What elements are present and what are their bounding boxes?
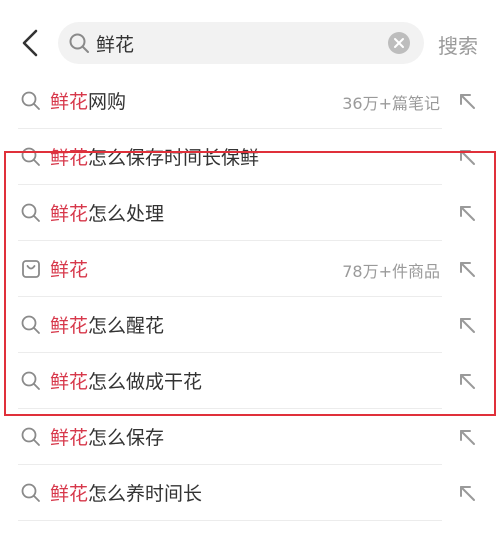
suggestion-text: 怎么养时间长	[88, 483, 203, 505]
suggestion-item[interactable]: 鲜花怎么保存时间长保鲜	[0, 129, 500, 185]
suggestion-label: 鲜花	[50, 255, 88, 282]
suggestion-count: 36万+篇笔记	[342, 94, 440, 113]
search-icon	[20, 370, 42, 392]
search-icon	[20, 426, 42, 448]
matched-keyword: 鲜花	[50, 371, 89, 393]
suggestion-item[interactable]: 鲜花怎么处理	[0, 185, 500, 241]
search-icon	[20, 202, 42, 224]
search-icon	[20, 314, 42, 336]
search-icon	[20, 90, 42, 112]
fill-query-arrow-icon[interactable]	[455, 313, 479, 337]
fill-query-arrow-icon[interactable]	[455, 481, 479, 505]
suggestion-text: 怎么保存	[88, 427, 165, 449]
search-icon	[20, 146, 42, 168]
suggestion-item[interactable]: 鲜花怎么保存	[0, 409, 500, 465]
matched-keyword: 鲜花	[50, 427, 89, 449]
search-icon	[69, 33, 89, 53]
suggestion-item[interactable]: 鲜花怎么养时间长	[0, 465, 500, 521]
suggestion-item[interactable]: 鲜花怎么醒花	[0, 297, 500, 353]
suggestion-count: 78万+件商品	[342, 262, 440, 281]
matched-keyword: 鲜花	[50, 147, 89, 169]
matched-keyword: 鲜花	[50, 91, 89, 113]
search-input[interactable]	[96, 29, 376, 57]
suggestion-label: 鲜花怎么养时间长	[50, 479, 202, 506]
fill-query-arrow-icon[interactable]	[455, 257, 479, 281]
matched-keyword: 鲜花	[50, 259, 89, 281]
suggestion-text: 怎么处理	[88, 203, 165, 225]
matched-keyword: 鲜花	[50, 483, 89, 505]
fill-query-arrow-icon[interactable]	[455, 145, 479, 169]
suggestion-label: 鲜花怎么保存	[50, 423, 164, 450]
fill-query-arrow-icon[interactable]	[455, 89, 479, 113]
fill-query-arrow-icon[interactable]	[455, 201, 479, 225]
suggestion-label: 鲜花怎么做成干花	[50, 367, 202, 394]
suggestion-label: 鲜花怎么醒花	[50, 311, 164, 338]
fill-query-arrow-icon[interactable]	[455, 369, 479, 393]
suggestion-text: 怎么醒花	[88, 315, 165, 337]
suggestion-list: 鲜花网购 36万+篇笔记 鲜花怎么保存时间长保鲜 鲜花怎么处理 鲜花 78万+件商品 鲜花怎…	[0, 73, 500, 521]
suggestion-item[interactable]: 鲜花网购 36万+篇笔记	[0, 73, 500, 129]
suggestion-text: 怎么保存时间长保鲜	[88, 147, 260, 169]
search-box[interactable]	[58, 22, 424, 64]
search-button[interactable]: 搜索	[438, 30, 478, 59]
suggestion-text: 网购	[88, 91, 127, 113]
divider	[18, 520, 442, 521]
suggestion-label: 鲜花怎么保存时间长保鲜	[50, 143, 259, 170]
suggestion-text: 怎么做成干花	[88, 371, 203, 393]
chevron-left-icon	[22, 29, 38, 57]
close-icon	[394, 38, 404, 48]
suggestion-item[interactable]: 鲜花怎么做成干花	[0, 353, 500, 409]
search-icon	[20, 482, 42, 504]
suggestion-item[interactable]: 鲜花 78万+件商品	[0, 241, 500, 297]
suggestion-label: 鲜花网购	[50, 87, 126, 114]
suggestion-label: 鲜花怎么处理	[50, 199, 164, 226]
matched-keyword: 鲜花	[50, 203, 89, 225]
fill-query-arrow-icon[interactable]	[455, 425, 479, 449]
matched-keyword: 鲜花	[50, 315, 89, 337]
back-button[interactable]	[14, 26, 48, 60]
shopping-bag-icon	[20, 258, 42, 280]
clear-button[interactable]	[388, 32, 410, 54]
